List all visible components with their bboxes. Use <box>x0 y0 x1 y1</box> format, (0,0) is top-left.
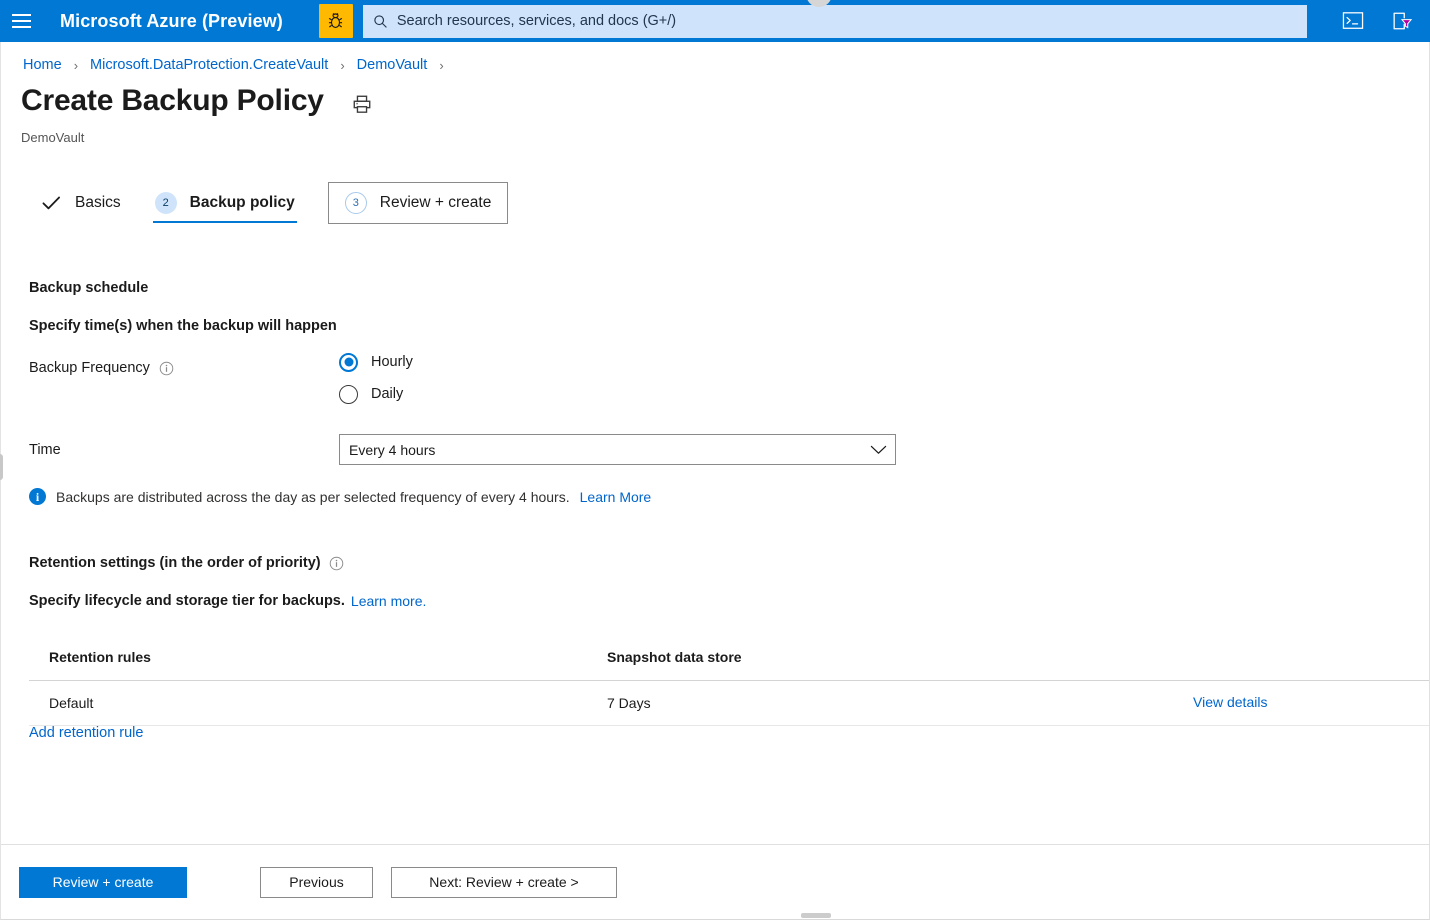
bug-icon[interactable] <box>318 4 353 38</box>
retention-learn-more-link[interactable]: Learn more. <box>351 593 426 609</box>
chevron-down-icon <box>870 444 887 456</box>
breadcrumb-item-demovault[interactable]: DemoVault <box>355 56 430 74</box>
retention-rules-table: Retention rules Snapshot data store Defa… <box>29 634 1429 726</box>
cell-retention-rule-name: Default <box>49 695 94 711</box>
info-filled-icon: i <box>29 488 46 505</box>
search-icon <box>373 14 388 29</box>
specify-times-label: Specify time(s) when the backup will hap… <box>29 318 337 334</box>
breadcrumb-separator-icon: › <box>340 57 345 73</box>
learn-more-link[interactable]: Learn More <box>580 489 652 505</box>
backup-frequency-radio-group: Hourly Daily <box>339 346 413 410</box>
breadcrumb-item-home[interactable]: Home <box>21 56 64 74</box>
tab-backup-policy-label: Backup policy <box>189 194 295 211</box>
retention-settings-heading: Retention settings (in the order of prio… <box>29 555 344 571</box>
retention-settings-heading-text: Retention settings (in the order of prio… <box>29 555 321 571</box>
radio-daily-label: Daily <box>371 386 404 402</box>
info-circle-icon[interactable] <box>329 556 344 571</box>
add-retention-rule-link[interactable]: Add retention rule <box>29 725 143 741</box>
page-header: Create Backup Policy <box>21 86 372 116</box>
blade-container: Home › Microsoft.DataProtection.CreateVa… <box>0 42 1430 920</box>
time-dropdown-value: Every 4 hours <box>349 441 436 458</box>
tab-basics-label: Basics <box>75 194 121 211</box>
radio-hourly-indicator <box>339 352 358 372</box>
next-review-create-button[interactable]: Next: Review + create > <box>391 866 617 898</box>
backup-distribution-info-text: Backups are distributed across the day a… <box>56 488 570 505</box>
column-header-retention-rules: Retention rules <box>49 649 151 665</box>
time-label-text: Time <box>29 442 61 458</box>
breadcrumb: Home › Microsoft.DataProtection.CreateVa… <box>21 56 452 74</box>
column-header-snapshot-data-store: Snapshot data store <box>607 649 742 665</box>
hamburger-menu-icon[interactable] <box>0 0 42 42</box>
wizard-footer: Review + create Previous Next: Review + … <box>1 845 1429 919</box>
global-search-input[interactable]: Search resources, services, and docs (G+… <box>362 4 1307 38</box>
retention-settings-subtext: Specify lifecycle and storage tier for b… <box>29 593 426 609</box>
search-placeholder-text: Search resources, services, and docs (G+… <box>396 13 677 29</box>
backup-distribution-info: i Backups are distributed across the day… <box>29 488 651 505</box>
previous-button[interactable]: Previous <box>260 866 373 898</box>
breadcrumb-separator-icon: › <box>73 57 79 73</box>
radio-daily[interactable]: Daily <box>339 378 413 410</box>
view-details-link[interactable]: View details <box>1193 694 1267 710</box>
wizard-tab-list: Basics 2 Backup policy 3 Review + create <box>23 182 509 224</box>
tab-basics[interactable]: Basics <box>23 182 138 224</box>
azure-top-navigation-bar: Microsoft Azure (Preview) Search resourc… <box>0 0 1430 42</box>
printer-icon[interactable] <box>352 94 372 114</box>
check-icon <box>40 195 62 211</box>
radio-daily-indicator <box>339 384 358 404</box>
directory-filter-icon[interactable] <box>1386 6 1416 36</box>
azure-brand-title[interactable]: Microsoft Azure (Preview) <box>60 11 283 32</box>
blade-resize-handle[interactable] <box>0 454 3 480</box>
tab-review-create[interactable]: 3 Review + create <box>327 182 509 224</box>
tab-backup-policy-number: 2 <box>154 192 177 214</box>
tab-review-create-label: Review + create <box>379 194 492 211</box>
breadcrumb-separator-icon: › <box>439 57 444 73</box>
cell-snapshot-data-store: 7 Days <box>607 695 651 711</box>
tab-review-create-number: 3 <box>344 192 367 214</box>
radio-hourly[interactable]: Hourly <box>339 346 413 378</box>
page-subtitle: DemoVault <box>21 130 85 145</box>
azure-portal-page: Microsoft Azure (Preview) Search resourc… <box>0 0 1430 920</box>
cell-actions: View details <box>1193 694 1429 712</box>
time-dropdown[interactable]: Every 4 hours <box>339 434 896 465</box>
header-icon-group <box>1338 6 1430 36</box>
backup-frequency-label-text: Backup Frequency <box>29 360 150 376</box>
bottom-drag-handle[interactable] <box>801 913 831 918</box>
tab-backup-policy[interactable]: 2 Backup policy <box>138 182 312 224</box>
backup-frequency-label: Backup Frequency <box>29 360 174 376</box>
breadcrumb-item-createvault[interactable]: Microsoft.DataProtection.CreateVault <box>88 56 330 74</box>
review-create-button[interactable]: Review + create <box>19 866 187 898</box>
time-label: Time <box>29 442 61 458</box>
retention-settings-subtext-text: Specify lifecycle and storage tier for b… <box>29 593 345 609</box>
page-title: Create Backup Policy <box>21 84 324 117</box>
info-circle-icon[interactable] <box>159 361 174 376</box>
table-row[interactable]: Default 7 Days View details <box>29 681 1429 726</box>
radio-hourly-label: Hourly <box>371 354 413 370</box>
backup-schedule-heading: Backup schedule <box>29 280 149 296</box>
cloud-shell-icon[interactable] <box>1338 6 1368 36</box>
table-header-row: Retention rules Snapshot data store <box>29 634 1429 681</box>
